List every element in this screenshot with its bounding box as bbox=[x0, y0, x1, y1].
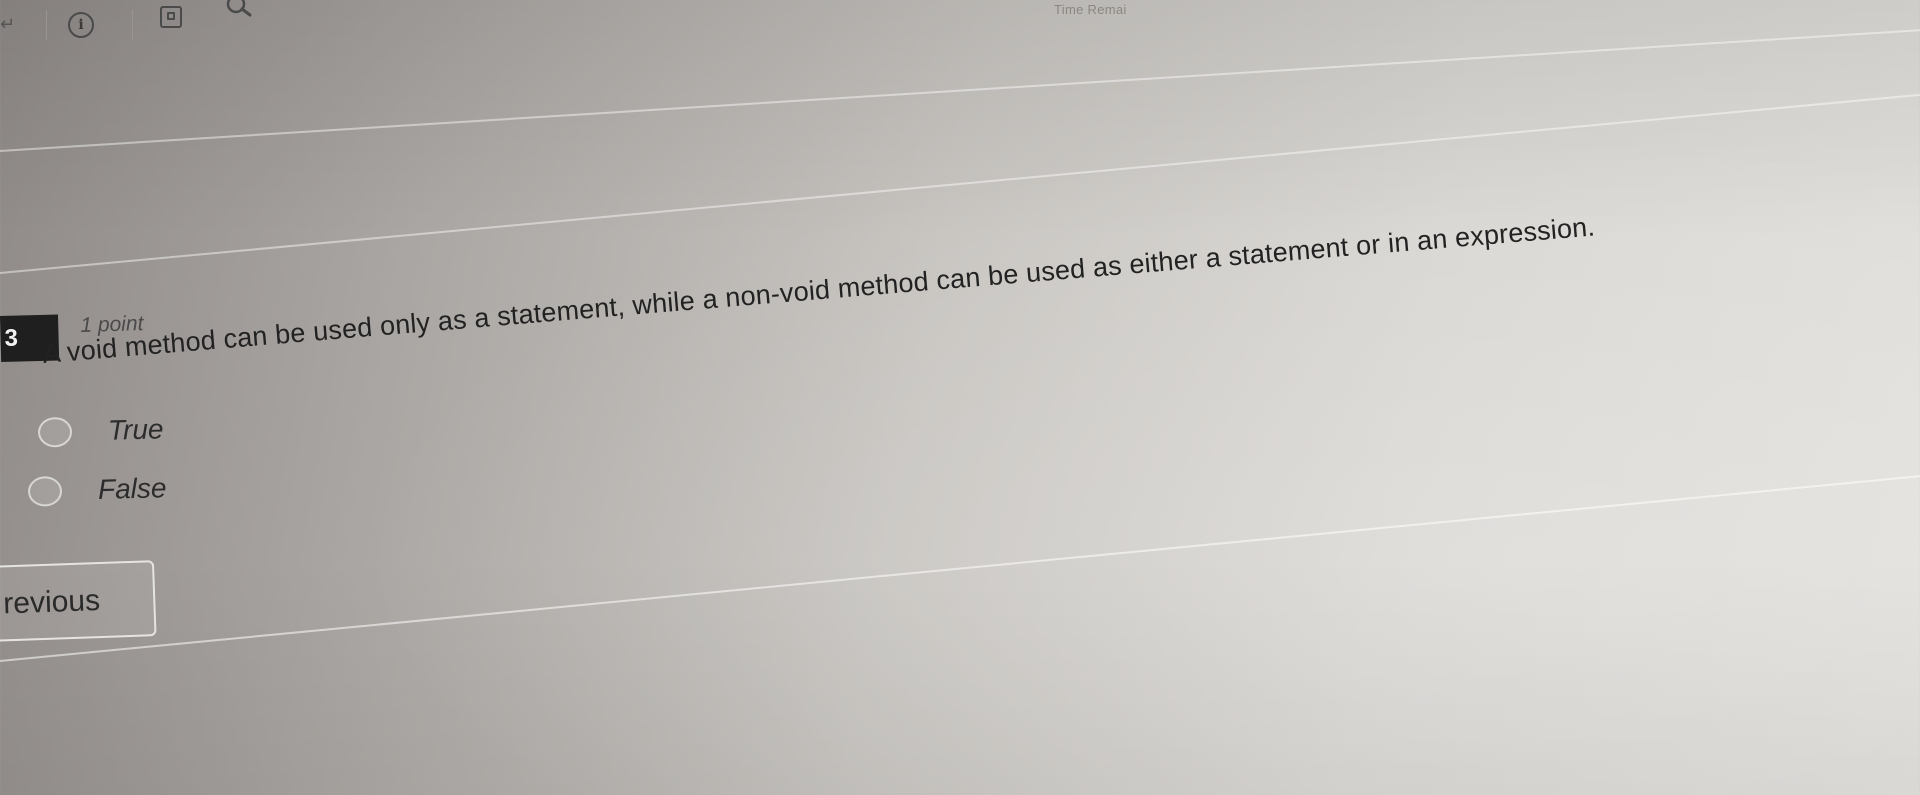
question-text: A void method can be used only as a stat… bbox=[29, 34, 1898, 370]
time-remaining-label: Time Remai bbox=[1054, 2, 1127, 17]
calculator-icon[interactable] bbox=[160, 6, 182, 28]
previous-button[interactable]: revious bbox=[0, 560, 157, 642]
toolbar-divider bbox=[46, 10, 47, 40]
divider-line bbox=[0, 472, 1920, 662]
option-true[interactable]: True bbox=[37, 413, 164, 448]
info-icon[interactable]: i bbox=[68, 12, 94, 38]
radio-button[interactable] bbox=[27, 475, 63, 507]
info-glyph: i bbox=[78, 17, 84, 33]
back-arrow-icon[interactable]: ↵ bbox=[0, 14, 15, 34]
option-false[interactable]: False bbox=[27, 472, 167, 508]
top-toolbar: ↵ i Time Remai bbox=[0, 0, 1920, 52]
question-text-content: A void method can be used only as a stat… bbox=[41, 211, 1597, 370]
option-label: True bbox=[107, 413, 164, 446]
search-icon[interactable] bbox=[224, 0, 254, 26]
toolbar-divider bbox=[132, 10, 133, 40]
radio-button[interactable] bbox=[37, 416, 73, 448]
option-label: False bbox=[97, 472, 167, 505]
